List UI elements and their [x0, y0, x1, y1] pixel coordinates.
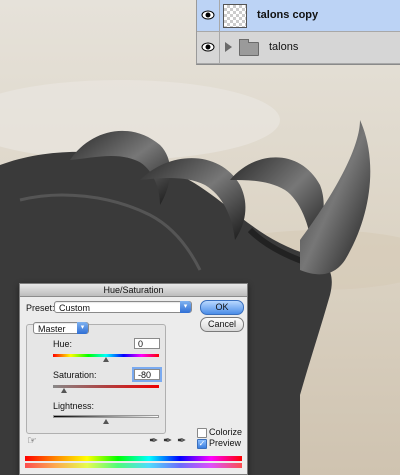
eyedropper-icon[interactable]: ✒ — [149, 434, 158, 447]
layer-name: talons — [269, 41, 299, 53]
folder-icon — [239, 39, 259, 56]
layer-visibility-toggle[interactable] — [197, 32, 220, 63]
chevron-down-icon: ▾ — [180, 301, 191, 313]
saturation-label: Saturation: — [53, 370, 97, 380]
group-expand-icon[interactable] — [225, 42, 232, 52]
saturation-slider-track[interactable] — [53, 385, 159, 388]
lightness-label: Lightness: — [53, 401, 95, 411]
colorize-checkbox[interactable] — [197, 428, 207, 438]
layer-visibility-toggle[interactable] — [197, 0, 220, 31]
eyedropper-minus-icon[interactable]: ✒ — [177, 434, 186, 447]
output-spectrum-bar — [25, 463, 242, 468]
hue-saturation-dialog: Hue/Saturation Preset: Custom ▾ ≡ OK Can… — [19, 283, 248, 475]
channel-value: Master — [38, 324, 66, 334]
colorize-label: Colorize — [209, 427, 243, 437]
hand-adjust-icon[interactable]: ☞ — [27, 434, 37, 447]
layer-name: talons copy — [257, 9, 319, 21]
ok-button[interactable]: OK — [200, 300, 244, 315]
lightness-slider-thumb[interactable] — [103, 419, 109, 424]
hue-slider-thumb[interactable] — [103, 357, 109, 362]
layer-thumbnail — [223, 4, 247, 28]
dialog-title: Hue/Saturation — [20, 284, 247, 297]
hue-input[interactable]: 0 — [134, 338, 160, 349]
preview-checkbox[interactable]: ✓ — [197, 439, 207, 449]
hue-label: Hue: — [53, 339, 73, 349]
input-spectrum-bar — [25, 456, 242, 461]
preset-label: Preset: — [26, 303, 55, 313]
layers-panel: talons copy talons — [196, 0, 400, 65]
lightness-slider-track[interactable] — [53, 415, 159, 418]
channel-select[interactable]: Master ▾ — [33, 322, 89, 334]
layer-row-talons-copy[interactable]: talons copy — [197, 0, 400, 32]
preset-select[interactable]: Custom ▾ — [54, 301, 192, 313]
eye-icon — [201, 10, 215, 20]
adjustment-group: Master ▾ Hue: 0 Saturation: -80 Lightnes… — [26, 322, 166, 434]
saturation-input[interactable]: -80 — [132, 367, 162, 382]
chevron-down-icon: ▾ — [77, 322, 88, 334]
layer-row-talons[interactable]: talons — [197, 32, 400, 64]
eye-icon — [201, 42, 215, 52]
eyedropper-plus-icon[interactable]: ✒ — [163, 434, 172, 447]
preset-value: Custom — [59, 303, 91, 313]
saturation-slider-thumb[interactable] — [61, 388, 67, 393]
preview-label: Preview — [209, 438, 242, 448]
cancel-button[interactable]: Cancel — [200, 317, 244, 332]
